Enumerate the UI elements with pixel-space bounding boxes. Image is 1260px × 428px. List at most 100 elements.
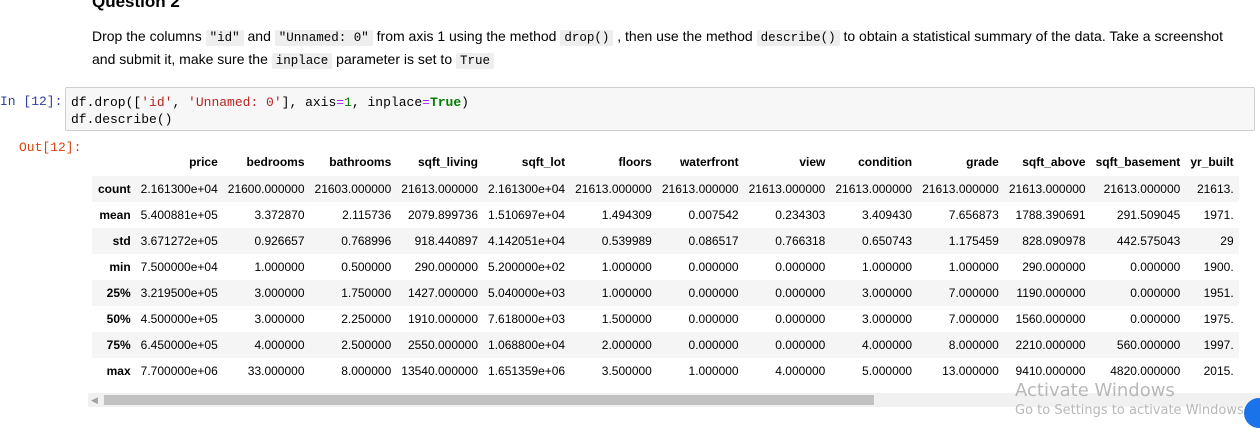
table-cell: 5.040000e+03: [488, 286, 566, 300]
table-cell: 21613.000000: [575, 182, 652, 196]
row-label: max: [106, 364, 131, 378]
table-cell: 5.200000e+02: [488, 260, 566, 274]
column-header: sqft_living: [418, 155, 479, 169]
table-cell: 0.000000: [1130, 312, 1181, 326]
column-header: yr_built: [1190, 155, 1234, 169]
row-label: count: [98, 182, 131, 196]
table-cell: 6.450000e+05: [140, 338, 218, 352]
table-cell: 3.671272e+05: [140, 234, 218, 248]
table-cell: 13540.000000: [401, 364, 479, 378]
table-cell: 0.000000: [688, 338, 739, 352]
code-token: =: [422, 95, 430, 110]
table-cell: 3.000000: [254, 286, 305, 300]
table-cell: 0.234303: [775, 208, 826, 222]
table-cell: 33.000000: [247, 364, 305, 378]
table-cell: 560.000000: [1116, 338, 1181, 352]
table-cell: 1.000000: [601, 260, 652, 274]
table-cell: 4.142051e+04: [488, 234, 566, 248]
table-cell: 290.000000: [1022, 260, 1086, 274]
table-cell: 291.509045: [1116, 208, 1181, 222]
table-cell: 0.650743: [862, 234, 913, 248]
table-row: min 7.500000e+04 1.000000 0.500000 290.00000…: [92, 254, 1239, 280]
table-cell: 2.000000: [601, 338, 652, 352]
scrollbar-thumb[interactable]: [104, 395, 874, 405]
question-description: Drop the columns "id" and "Unnamed: 0" f…: [92, 26, 1242, 72]
table-row: 50% 4.500000e+05 3.000000 2.250000 1910.0000…: [92, 306, 1239, 332]
table-cell: 3.372870: [254, 208, 305, 222]
table-cell: 0.000000: [775, 260, 826, 274]
table-cell: 1997.: [1203, 338, 1234, 352]
scroll-left-icon[interactable]: ◀: [91, 395, 98, 406]
table-cell: 1.000000: [948, 260, 999, 274]
code-token: df.describe(): [71, 112, 173, 127]
table-cell: 21613.000000: [835, 182, 913, 196]
table-cell: 2.161300e+04: [140, 182, 218, 196]
table-cell: 21613.000000: [922, 182, 999, 196]
table-cell: 3.219500e+05: [140, 286, 218, 300]
table-cell: 4.500000e+05: [140, 312, 218, 326]
row-label: 50%: [106, 312, 131, 326]
table-cell: 0.000000: [1130, 286, 1181, 300]
description-text: and: [243, 28, 275, 44]
table-cell: 1975.: [1203, 312, 1234, 326]
table-cell: 3.000000: [862, 286, 913, 300]
table-cell: 1.750000: [341, 286, 392, 300]
column-header: bathrooms: [329, 155, 392, 169]
inline-code: "id": [205, 30, 244, 46]
table-cell: 442.575043: [1116, 234, 1181, 248]
code-line: df.drop(['id', 'Unnamed: 0'], axis=1, in…: [71, 94, 1249, 111]
table-cell: 1.000000: [688, 364, 739, 378]
code-token: True: [429, 95, 462, 110]
table-cell: 21603.000000: [314, 182, 392, 196]
table-cell: 21613.: [1196, 182, 1234, 196]
table-cell: 0.000000: [775, 338, 826, 352]
question-heading: Question 2: [92, 0, 180, 11]
table-cell: 2.161300e+04: [488, 182, 566, 196]
description-text: , then use the method: [613, 28, 757, 44]
table-cell: 1560.000000: [1015, 312, 1086, 326]
table-cell: 0.000000: [688, 260, 739, 274]
table-cell: 1.000000: [254, 260, 305, 274]
table-cell: 21613.000000: [1008, 182, 1086, 196]
code-token: =: [336, 95, 345, 110]
table-cell: 0.926657: [254, 234, 305, 248]
code-token: , inplace: [351, 95, 423, 110]
table-cell: 2210.000000: [1015, 338, 1086, 352]
output-prompt: Out[12]:: [19, 140, 82, 155]
column-header: sqft_above: [1022, 155, 1086, 169]
table-cell: 0.000000: [775, 286, 826, 300]
row-label: mean: [99, 208, 131, 222]
watermark-title: Activate Windows: [1015, 380, 1175, 401]
code-token: ], axis: [281, 95, 337, 110]
table-cell: 1.494309: [601, 208, 652, 222]
table-cell: 2.500000: [341, 338, 392, 352]
row-label: min: [109, 260, 131, 274]
table-cell: 1190.000000: [1016, 286, 1086, 300]
table-cell: 0.768996: [341, 234, 392, 248]
code-line: df.describe(): [71, 111, 1249, 128]
table-cell: 8.000000: [341, 364, 392, 378]
code-token: ,: [172, 95, 189, 110]
table-cell: 1788.390691: [1015, 208, 1086, 222]
code-cell-editor[interactable]: df.drop(['id', 'Unnamed: 0'], axis=1, in…: [65, 87, 1255, 131]
table-cell: 7.000000: [948, 286, 999, 300]
code-token: 1: [344, 95, 352, 110]
table-cell: 3.000000: [254, 312, 305, 326]
table-cell: 0.000000: [775, 312, 826, 326]
column-header: sqft_basement: [1095, 155, 1181, 169]
table-cell: 3.500000: [601, 364, 652, 378]
table-cell: 1.651359e+06: [488, 364, 566, 378]
table-cell: 1910.000000: [407, 312, 479, 326]
table-cell: 7.500000e+04: [140, 260, 218, 274]
table-cell: 5.000000: [862, 364, 913, 378]
description-text: parameter is set to: [332, 51, 456, 67]
inline-code: inplace: [271, 53, 333, 69]
table-cell: 1.500000: [601, 312, 652, 326]
column-header: view: [799, 155, 826, 169]
column-header: waterfront: [679, 155, 739, 169]
table-cell: 1951.: [1203, 286, 1234, 300]
table-cell: 0.539989: [601, 234, 652, 248]
table-cell: 13.000000: [942, 364, 999, 378]
table-cell: 3.409430: [862, 208, 913, 222]
describe-dataframe: price bedrooms bathrooms sqft_living sqft_lo…: [92, 148, 1239, 384]
